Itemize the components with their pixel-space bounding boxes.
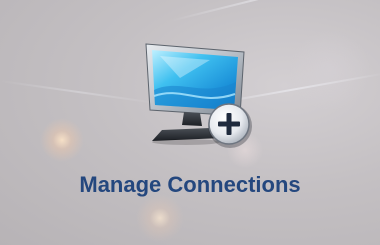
tile-label: Manage Connections [79,172,301,197]
manage-connections-tile[interactable]: Manage Connections [0,0,380,245]
monitor-add-icon [140,38,260,156]
